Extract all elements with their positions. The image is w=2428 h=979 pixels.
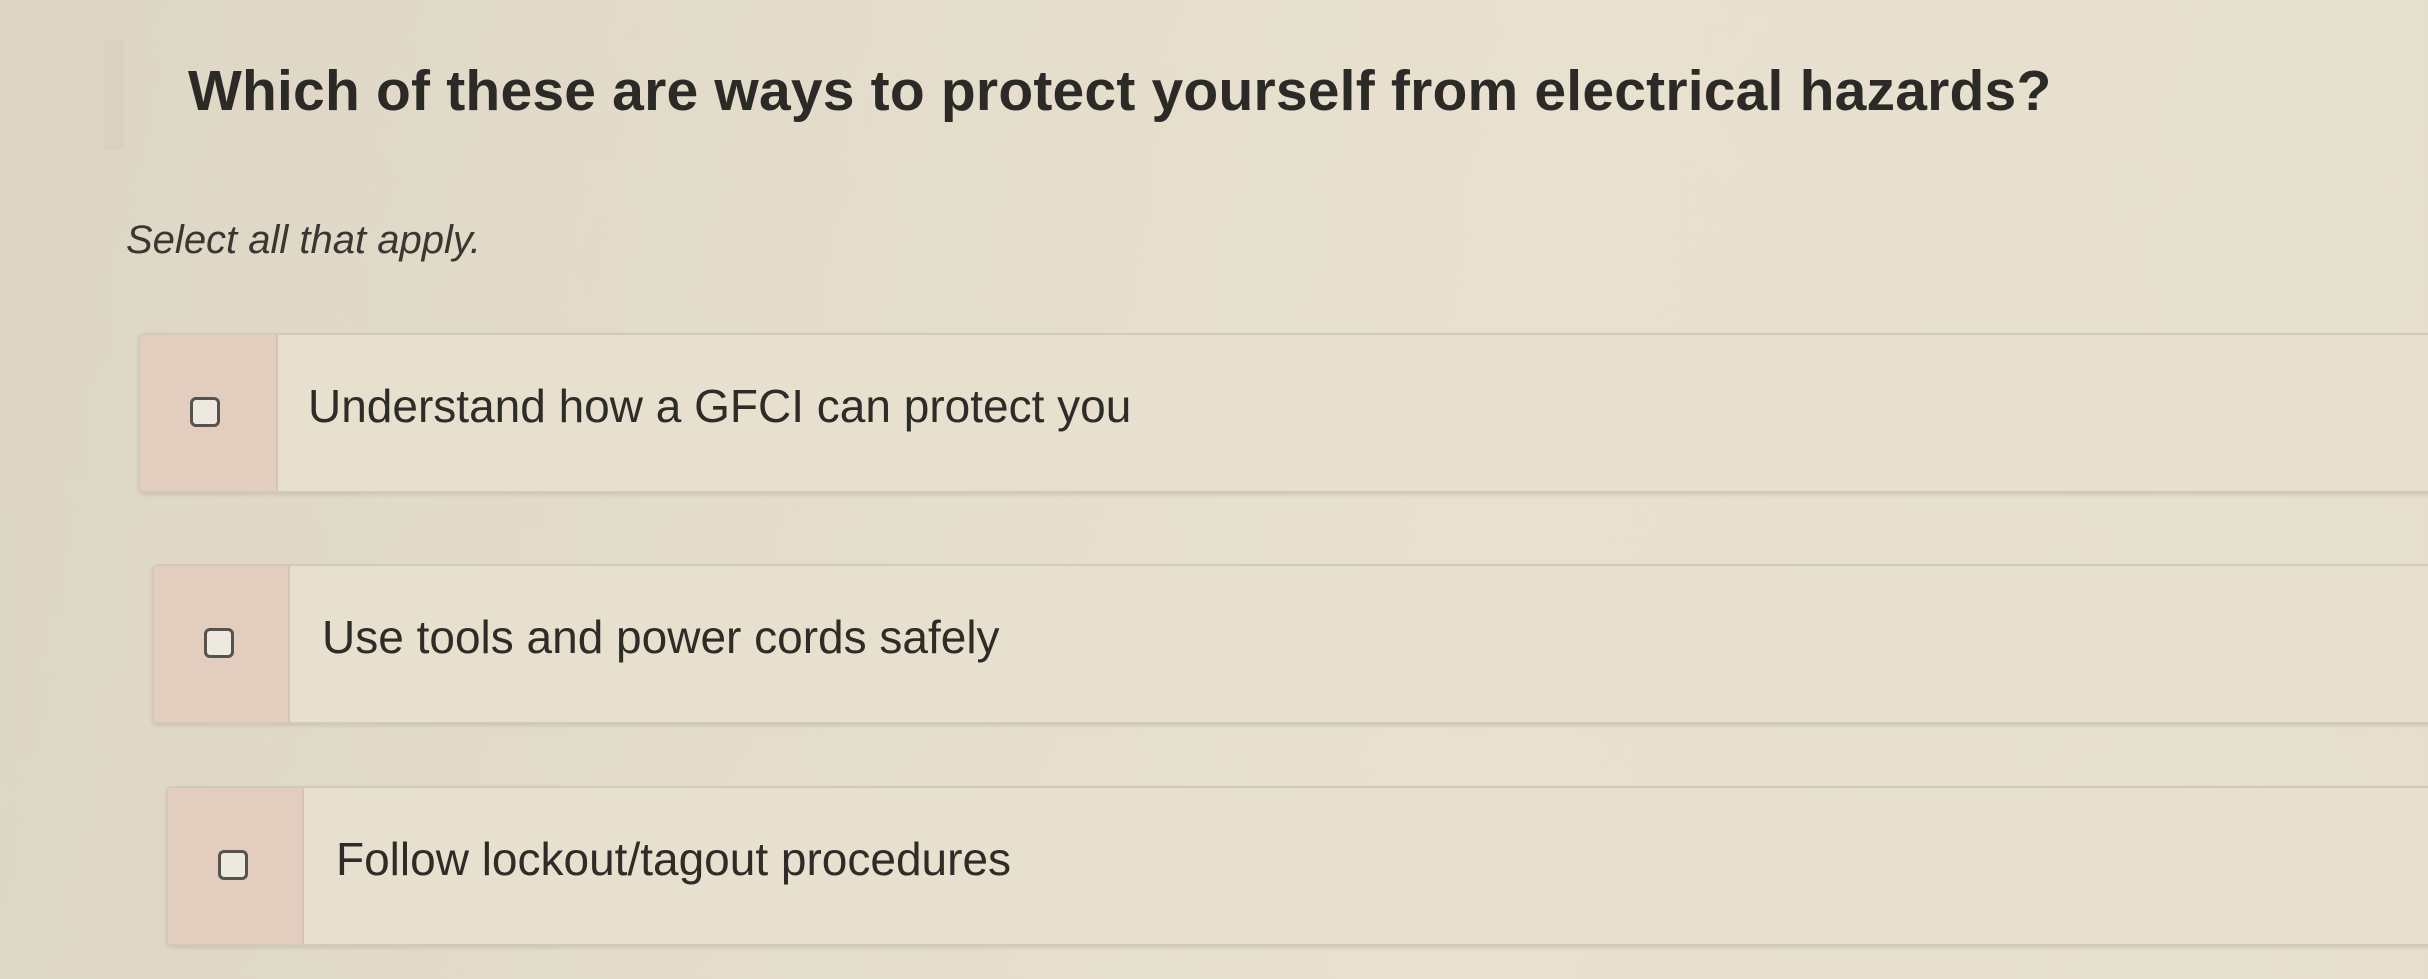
question-title: Which of these are ways to protect yours… (188, 59, 2052, 123)
answer-option-label[interactable]: Use tools and power cords safely (322, 610, 1000, 664)
answer-option-lockout-tagout[interactable]: Follow lockout/tagout procedures (166, 786, 2428, 946)
checkbox[interactable] (204, 628, 234, 658)
answer-option-gfci[interactable]: Understand how a GFCI can protect you (138, 333, 2428, 493)
checkbox-cell[interactable] (168, 788, 304, 944)
answer-option-tools-cords[interactable]: Use tools and power cords safely (152, 564, 2428, 724)
checkbox-cell[interactable] (140, 335, 278, 491)
answer-option-label[interactable]: Follow lockout/tagout procedures (336, 832, 1011, 886)
answer-option-label[interactable]: Understand how a GFCI can protect you (308, 379, 1131, 433)
checkbox[interactable] (218, 850, 248, 880)
checkbox-cell[interactable] (154, 566, 290, 722)
question-accent-bar (104, 40, 124, 150)
question-instruction: Select all that apply. (126, 218, 482, 262)
checkbox[interactable] (190, 397, 220, 427)
